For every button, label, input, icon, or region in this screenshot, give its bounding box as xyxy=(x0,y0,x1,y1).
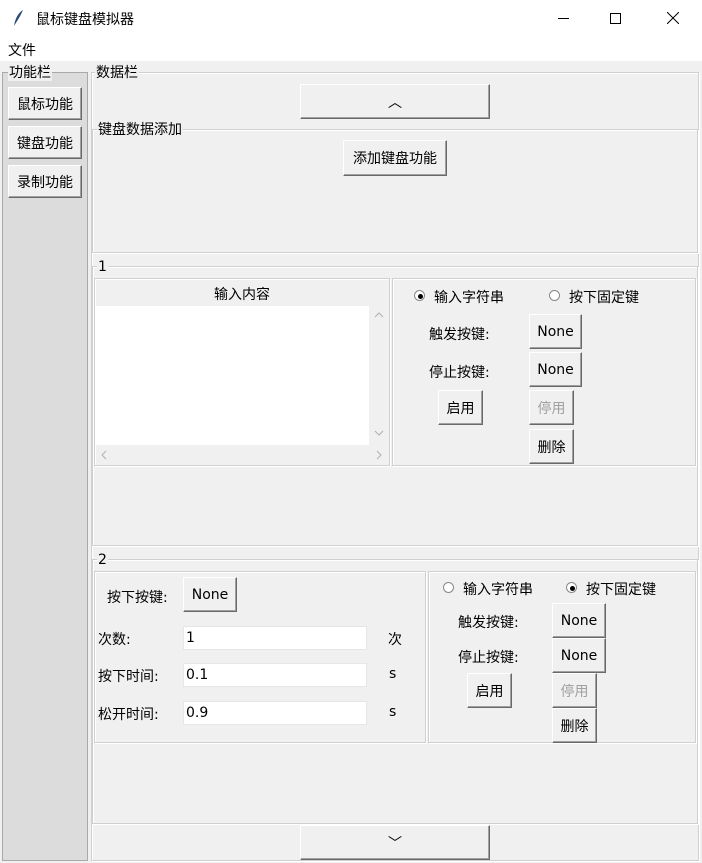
entry-1-trigger-label: 触发按键: xyxy=(429,327,490,343)
entry-2-radio-string[interactable] xyxy=(443,582,454,593)
menu-file[interactable]: 文件 xyxy=(8,40,36,60)
window-title: 鼠标键盘模拟器 xyxy=(36,12,134,28)
entry-1-input-label: 输入内容 xyxy=(214,287,270,303)
entry-1-radio-string-label: 输入字符串 xyxy=(434,290,504,306)
entry-1-radio-string[interactable] xyxy=(414,290,425,301)
entry-2-press-time-unit: s xyxy=(389,666,397,682)
entry-2-radio-string-label: 输入字符串 xyxy=(463,582,533,598)
entry-1-delete-button[interactable]: 删除 xyxy=(529,429,574,464)
add-keyboard-function-button[interactable]: 添加键盘功能 xyxy=(343,140,447,176)
entry-2-disable-button[interactable]: 停用 xyxy=(552,673,597,708)
minimize-icon xyxy=(557,17,569,19)
keyboard-function-button[interactable]: 键盘功能 xyxy=(8,126,82,159)
entry-1-stop-key-button[interactable]: None xyxy=(529,352,582,387)
scroll-right-arrow-icon xyxy=(376,450,382,460)
feather-icon xyxy=(14,10,23,26)
entry-1-index: 1 xyxy=(97,259,108,275)
entry-2-index: 2 xyxy=(97,552,108,568)
scroll-up-button[interactable]: ︿ xyxy=(300,84,490,119)
menu-bar xyxy=(0,36,702,61)
entry-2-release-time-unit: s xyxy=(389,704,397,720)
entry-1-radio-fixed[interactable] xyxy=(549,290,560,301)
close-button[interactable] xyxy=(650,0,696,36)
entry-2-press-key-button[interactable]: None xyxy=(183,577,237,612)
entry-1-trigger-key-button[interactable]: None xyxy=(529,314,582,349)
entry-2-delete-button[interactable]: 删除 xyxy=(552,708,597,743)
entry-2-enable-button[interactable]: 启用 xyxy=(467,673,512,708)
entry-1-radio-fixed-label: 按下固定键 xyxy=(569,290,639,306)
entry-2-radio-fixed[interactable] xyxy=(566,582,577,593)
sidebar-title: 功能栏 xyxy=(8,65,52,81)
entry-2-press-time-field[interactable]: 0.1 xyxy=(183,663,367,687)
entry-2-stop-label: 停止按键: xyxy=(458,650,519,666)
entry-2-stop-key-button[interactable]: None xyxy=(552,638,606,673)
close-icon xyxy=(667,12,679,24)
data-panel-title: 数据栏 xyxy=(95,65,139,81)
scroll-left-arrow-icon xyxy=(101,450,107,460)
entry-2-trigger-key-button[interactable]: None xyxy=(552,603,606,638)
entry-1-enable-button[interactable]: 启用 xyxy=(438,390,483,425)
mouse-function-button[interactable]: 鼠标功能 xyxy=(8,87,82,120)
entry-1-vertical-scrollbar[interactable] xyxy=(369,306,389,445)
scroll-down-button[interactable]: ﹀ xyxy=(300,825,490,860)
minimize-button[interactable] xyxy=(540,0,586,36)
scroll-up-arrow-icon xyxy=(374,312,384,318)
entry-1-disable-button[interactable]: 停用 xyxy=(529,390,574,425)
entry-1-text-area[interactable] xyxy=(96,306,369,445)
scroll-down-arrow-icon xyxy=(374,430,384,436)
record-function-button[interactable]: 录制功能 xyxy=(8,165,82,198)
entry-1-stop-label: 停止按键: xyxy=(429,365,490,381)
entry-1-horizontal-scrollbar[interactable] xyxy=(96,445,382,465)
entry-2-press-key-label: 按下按键: xyxy=(107,590,168,606)
entry-2-release-time-field[interactable]: 0.9 xyxy=(183,701,367,725)
entry-2-count-field[interactable]: 1 xyxy=(183,626,367,650)
entry-2-count-label: 次数: xyxy=(98,632,131,648)
entry-2-radio-fixed-label: 按下固定键 xyxy=(586,582,656,598)
keyboard-add-title: 键盘数据添加 xyxy=(97,122,183,138)
maximize-button[interactable] xyxy=(592,0,638,36)
entry-2-count-unit: 次 xyxy=(388,632,402,648)
maximize-icon xyxy=(609,12,621,24)
entry-2-press-time-label: 按下时间: xyxy=(98,669,159,685)
entry-2-release-time-label: 松开时间: xyxy=(98,707,159,723)
entry-2-trigger-label: 触发按键: xyxy=(458,615,519,631)
